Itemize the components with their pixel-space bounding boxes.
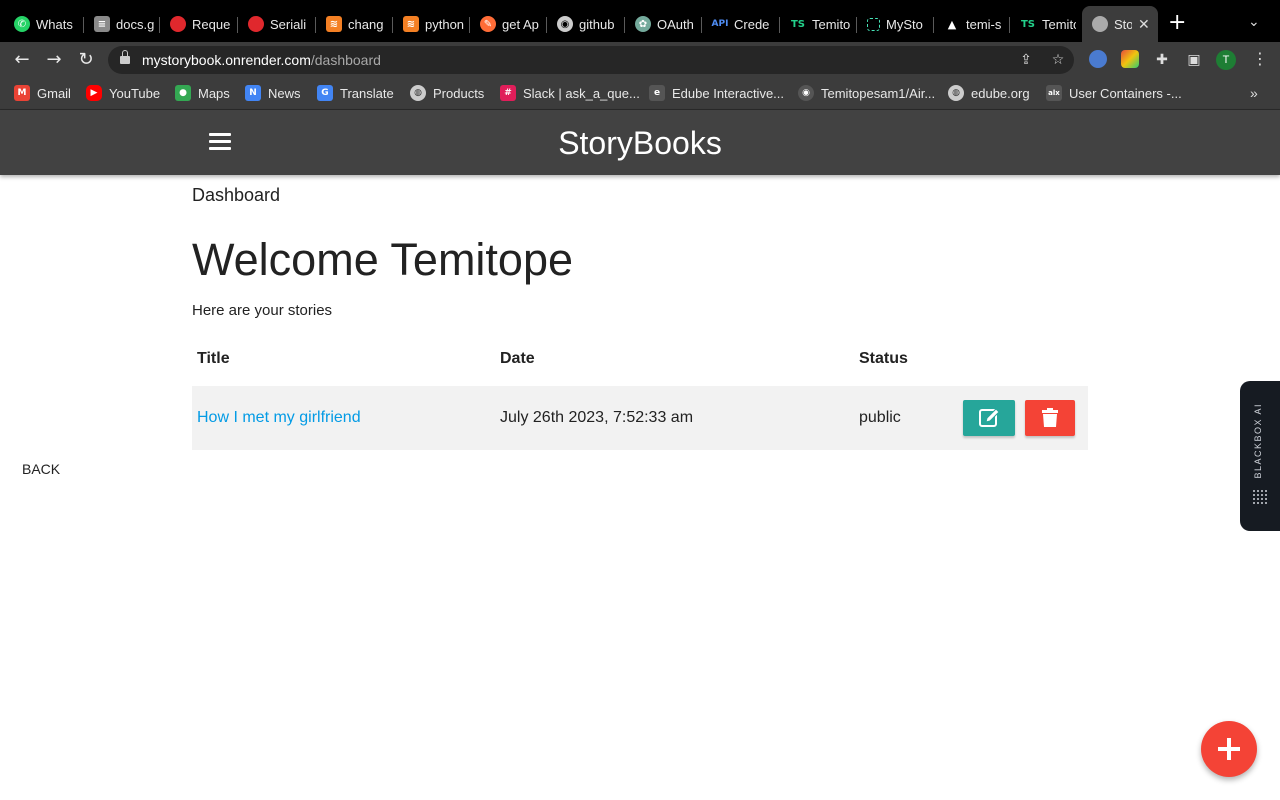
browser-tab[interactable]: ≋ chang: [316, 6, 393, 42]
alx-icon: alx: [1046, 85, 1062, 101]
share-icon[interactable]: ⇪: [1016, 50, 1036, 70]
column-header-status: Status: [859, 350, 908, 367]
globe-icon: [1092, 16, 1108, 32]
new-tab-button[interactable]: +: [1168, 12, 1186, 34]
story-date: July 26th 2023, 7:52:33 am: [500, 409, 694, 426]
maps-icon: ●: [175, 85, 191, 101]
address-bar[interactable]: mystorybook.onrender.com/dashboard ⇪ ☆: [108, 46, 1074, 74]
bookmark-news[interactable]: N News: [245, 85, 301, 101]
browser-tab[interactable]: ◉ github: [547, 6, 625, 42]
bookmark-edube-interactive[interactable]: e Edube Interactive...: [649, 85, 784, 101]
bookmark-youtube[interactable]: ▶ YouTube: [86, 85, 160, 101]
brand-logo[interactable]: StoryBooks: [0, 124, 1280, 162]
browser-tab[interactable]: TS Temito: [780, 6, 857, 42]
bookmark-translate[interactable]: G Translate: [317, 85, 394, 101]
youtube-icon: ▶: [86, 85, 102, 101]
story-status: public: [859, 409, 901, 426]
url-text[interactable]: mystorybook.onrender.com/dashboard: [142, 52, 381, 68]
browser-toolbar: ← → ↻ mystorybook.onrender.com/dashboard…: [0, 42, 1280, 78]
delete-story-button[interactable]: [1025, 400, 1075, 436]
browser-tab[interactable]: ✎ get Ap: [470, 6, 547, 42]
github-icon: ◉: [798, 85, 814, 101]
back-link[interactable]: BACK: [22, 461, 60, 477]
slack-icon: #: [500, 85, 516, 101]
column-header-date: Date: [500, 350, 535, 367]
globe-icon: ◍: [948, 85, 964, 101]
translate-icon: G: [317, 85, 333, 101]
docs-icon: ≡: [94, 16, 110, 32]
browser-tab[interactable]: ▲ temi-s: [934, 6, 1010, 42]
story-title-link[interactable]: How I met my girlfriend: [197, 409, 361, 427]
browser-tab[interactable]: MySto: [857, 6, 934, 42]
page-subtitle: Here are your stories: [192, 302, 333, 319]
bookmark-edube-org[interactable]: ◍ edube.org: [948, 85, 1030, 101]
bookmark-slack[interactable]: # Slack | ask_a_que...: [500, 85, 640, 101]
browser-tab[interactable]: ✿ OAuth: [625, 6, 702, 42]
column-header-title: Title: [197, 350, 230, 367]
blackbox-ai-label: BLACKBOX AI: [1253, 403, 1263, 479]
browser-menu-icon[interactable]: ⋮: [1252, 49, 1268, 68]
blackbox-logo-icon: [1253, 490, 1267, 504]
postman-icon: ✎: [480, 16, 496, 32]
bookmark-github-repo[interactable]: ◉ Temitopesam1/Air...: [798, 85, 935, 101]
extension-icon[interactable]: [1121, 50, 1139, 68]
close-icon[interactable]: ✕: [1138, 16, 1152, 33]
breadcrumb: Dashboard: [192, 185, 281, 205]
news-icon: N: [245, 85, 261, 101]
bookmark-star-icon[interactable]: ☆: [1048, 50, 1068, 70]
render-icon: [867, 17, 880, 31]
browser-tab[interactable]: Seriali: [238, 6, 316, 42]
globe-icon: ◍: [410, 85, 426, 101]
browser-tab[interactable]: ≡ docs.g: [84, 6, 160, 42]
bookmark-products[interactable]: ◍ Products: [410, 85, 484, 101]
blackbox-ai-widget[interactable]: BLACKBOX AI: [1240, 381, 1280, 531]
browser-tab-strip: ✆ Whats ≡ docs.g Reque Seriali ≋ chang ≋…: [0, 0, 1280, 42]
profile-avatar[interactable]: T: [1216, 50, 1236, 70]
edit-icon: [979, 408, 1000, 427]
browser-tab[interactable]: TS Temito: [1010, 6, 1082, 42]
browser-tab-active[interactable]: Sto ✕: [1082, 6, 1158, 42]
api-icon: API: [711, 19, 729, 29]
ts-icon: TS: [790, 18, 806, 30]
page-title: Welcome Temitope: [192, 234, 574, 285]
bookmark-maps[interactable]: ● Maps: [175, 85, 230, 101]
add-story-button[interactable]: [1201, 721, 1257, 777]
browser-tab[interactable]: Reque: [160, 6, 238, 42]
edit-story-button[interactable]: [963, 400, 1015, 436]
openai-icon: ✿: [635, 16, 651, 32]
extensions-puzzle-icon[interactable]: ✚: [1152, 50, 1172, 70]
back-arrow-icon[interactable]: ←: [10, 48, 34, 72]
ts-icon: TS: [1020, 18, 1036, 30]
table-header: Title Date Status: [192, 340, 1088, 380]
table-row: How I met my girlfriend July 26th 2023, …: [192, 386, 1088, 450]
gmail-icon: M: [14, 85, 30, 101]
bookmark-gmail[interactable]: M Gmail: [14, 85, 71, 101]
bookmark-user-containers[interactable]: alx User Containers -...: [1046, 85, 1182, 101]
lock-icon: [120, 50, 130, 64]
postman-icon: [170, 16, 186, 32]
reload-icon[interactable]: ↻: [74, 48, 98, 72]
stackoverflow-icon: ≋: [403, 16, 419, 32]
stackoverflow-icon: ≋: [326, 16, 342, 32]
app-navbar: StoryBooks: [0, 110, 1280, 175]
github-icon: ◉: [557, 16, 573, 32]
browser-tab[interactable]: API Crede: [702, 6, 780, 42]
browser-tab[interactable]: ≋ python: [393, 6, 470, 42]
browser-tab[interactable]: ✆ Whats: [4, 6, 84, 42]
forward-arrow-icon[interactable]: →: [42, 48, 66, 72]
trash-icon: [1042, 408, 1058, 427]
whatsapp-icon: ✆: [14, 16, 30, 32]
edube-icon: e: [649, 85, 665, 101]
extension-icon[interactable]: [1089, 50, 1107, 68]
tab-search-chevron-icon[interactable]: ⌄: [1248, 14, 1260, 30]
side-panel-icon[interactable]: ▣: [1184, 50, 1204, 70]
postman-icon: [248, 16, 264, 32]
vercel-icon: ▲: [947, 17, 957, 31]
bookmarks-bar: M Gmail ▶ YouTube ● Maps N News G Transl…: [0, 78, 1280, 110]
more-bookmarks-chevron-icon[interactable]: »: [1250, 85, 1258, 101]
